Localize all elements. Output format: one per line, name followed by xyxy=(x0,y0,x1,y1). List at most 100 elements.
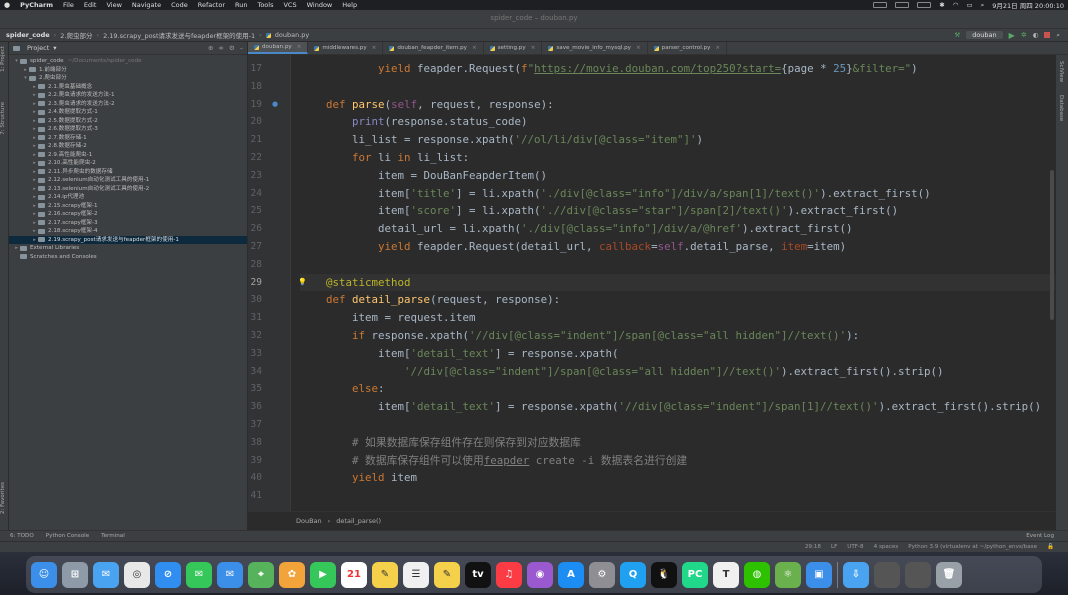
code-line[interactable]: item['detail_text'] = response.xpath( xyxy=(300,345,619,363)
search-icon[interactable]: ⌕ xyxy=(981,1,985,10)
tree-item[interactable]: ▸ 2.5.数据提取方式-2 xyxy=(9,117,247,126)
override-marker-icon[interactable]: ● xyxy=(272,100,278,108)
dock-wechat-icon[interactable]: ◍ xyxy=(744,561,770,588)
tree-item[interactable]: ▸ 2.13.selenium自动化测试工具的使用-2 xyxy=(9,185,247,194)
tool-window-database[interactable]: Database xyxy=(1058,95,1064,121)
dock-notes-icon[interactable]: ✎ xyxy=(434,561,460,588)
tree-item[interactable]: ▾ 2.爬虫部分 xyxy=(9,74,247,83)
chevron-down-icon[interactable]: ▾ xyxy=(53,44,56,52)
dock-calendar-icon[interactable]: 21 xyxy=(341,561,367,588)
minimize-icon[interactable]: – xyxy=(240,44,243,52)
menu-view[interactable]: View xyxy=(106,1,121,9)
code-line[interactable]: def detail_parse(request, response): xyxy=(300,291,560,309)
tree-item[interactable]: ▸ External Libraries xyxy=(9,244,247,253)
run-configuration-select[interactable]: douban xyxy=(966,31,1003,39)
code-editor[interactable]: 17 18 19 20 21 22 23 24 25 26 27 28 29 30 31 32 33 34 35 36… xyxy=(248,55,1055,511)
dock-app-store-icon[interactable]: A xyxy=(558,561,584,588)
terminal-button[interactable]: Terminal xyxy=(101,533,125,539)
clock[interactable]: 9月21日 周四 20:00:10 xyxy=(992,0,1064,10)
code-area[interactable]: yield feapder.Request(f"https://movie.do… xyxy=(300,55,1055,511)
code-line[interactable]: def parse(self, request, response): xyxy=(300,96,554,114)
tree-item[interactable]: ▸ 2.11.异步爬虫的数据存储 xyxy=(9,168,247,177)
chevron-right-icon[interactable]: ▸ xyxy=(31,159,38,168)
chevron-right-icon[interactable]: ▸ xyxy=(31,185,38,194)
window-preview-icon[interactable] xyxy=(905,561,931,588)
tool-window-project[interactable]: 1: Project xyxy=(0,46,6,72)
code-line[interactable]: if response.xpath('//div[@class="indent"… xyxy=(300,327,859,345)
chevron-right-icon[interactable]: ▸ xyxy=(31,125,38,134)
menu-vcs[interactable]: VCS xyxy=(283,1,296,9)
close-icon[interactable]: × xyxy=(297,44,302,50)
editor-tab[interactable]: douban_feapder_item.py × xyxy=(383,42,484,54)
run-icon[interactable]: ▶ xyxy=(1009,31,1015,40)
tree-item[interactable]: ▸ 2.7.数据存储-1 xyxy=(9,134,247,143)
dock-podcasts-icon[interactable]: ◉ xyxy=(527,561,553,588)
code-line[interactable]: '//div[@class="indent"]/span[@class="all… xyxy=(300,363,944,381)
tool-window-structure[interactable]: 7: Structure xyxy=(0,102,6,135)
python-interpreter[interactable]: Python 3.9 (virtualenv at ~/python_envs/… xyxy=(908,544,1037,550)
menu-tools[interactable]: Tools xyxy=(257,1,273,9)
dock-mail-icon[interactable]: ✉ xyxy=(217,561,243,588)
tree-item[interactable]: ▸ 2.6.数据提取方式-3 xyxy=(9,125,247,134)
code-line[interactable]: yield feapder.Request(f"https://movie.do… xyxy=(300,60,918,78)
app-menu[interactable]: PyCharm xyxy=(20,1,53,9)
close-icon[interactable]: × xyxy=(636,45,641,51)
todo-tool-button[interactable]: 6: TODO xyxy=(10,533,34,539)
tree-item[interactable]: ▸ 2.15.scrapy框架-1 xyxy=(9,202,247,211)
debug-icon[interactable]: ✲ xyxy=(1021,31,1027,39)
line-separator[interactable]: LF xyxy=(831,544,837,550)
apple-menu-icon[interactable]: ● xyxy=(4,1,10,9)
menu-help[interactable]: Help xyxy=(342,1,357,9)
dock-atom-icon[interactable]: ⚛ xyxy=(775,561,801,588)
tree-item[interactable]: ▸ 2.17.scrapy框架-3 xyxy=(9,219,247,228)
tree-item[interactable]: Scratches and Consoles xyxy=(9,253,247,262)
dock-messages-icon[interactable]: ✉ xyxy=(186,561,212,588)
chevron-right-icon[interactable]: ▸ xyxy=(22,66,29,75)
file-encoding[interactable]: UTF-8 xyxy=(847,544,863,550)
dock-maps-icon[interactable]: ⌖ xyxy=(248,561,274,588)
dock-qq-browser-icon[interactable]: Q xyxy=(620,561,646,588)
close-icon[interactable]: × xyxy=(715,45,720,51)
chevron-right-icon[interactable]: ▸ xyxy=(31,100,38,109)
python-console-button[interactable]: Python Console xyxy=(46,533,89,539)
tree-item[interactable]: ▸ 2.3.爬虫请求的发送方法-2 xyxy=(9,100,247,109)
tree-item[interactable]: ▸ 2.2.爬虫请求的发送方法-1 xyxy=(9,91,247,100)
dock-pycharm-icon[interactable]: PC xyxy=(682,561,708,588)
tree-item[interactable]: ▸ 2.16.scrapy框架-2 xyxy=(9,210,247,219)
dock-reminders-icon[interactable]: ☰ xyxy=(403,561,429,588)
editor-scrollbar[interactable] xyxy=(1050,170,1054,320)
code-line[interactable]: # 如果数据库保存组件存在则保存到对应数据库 xyxy=(300,434,581,452)
tree-item[interactable]: ▸ 2.1.爬虫基础概念 xyxy=(9,83,247,92)
coverage-icon[interactable]: ◐ xyxy=(1033,31,1039,39)
close-icon[interactable]: × xyxy=(472,45,477,51)
code-line[interactable]: item['title'] = li.xpath('./div[@class="… xyxy=(300,185,931,203)
indent-setting[interactable]: 4 spaces xyxy=(874,544,899,550)
chevron-right-icon[interactable]: ▸ xyxy=(31,108,38,117)
chevron-right-icon[interactable]: ▸ xyxy=(31,202,38,211)
code-line[interactable]: item = DouBanFeapderItem() xyxy=(300,167,547,185)
chevron-right-icon[interactable]: ▸ xyxy=(31,117,38,126)
menu-run[interactable]: Run xyxy=(235,1,247,9)
breadcrumb-class[interactable]: DouBan xyxy=(296,517,322,525)
chevron-right-icon[interactable]: ▸ xyxy=(31,176,38,185)
chevron-right-icon[interactable]: ▸ xyxy=(31,91,38,100)
tree-item[interactable]: ▸ 1.前端部分 xyxy=(9,66,247,75)
code-line[interactable]: yield feapder.Request(detail_url, callba… xyxy=(300,238,846,256)
tree-item[interactable]: ▸ 2.9.高性能爬虫-1 xyxy=(9,151,247,160)
tree-item[interactable]: ▸ 2.19.scrapy_post请求发送与feapder框架的使用-1 xyxy=(9,235,247,244)
hammer-icon[interactable]: ⚒ xyxy=(954,31,960,39)
dock-messages-icon[interactable]: ✉ xyxy=(93,561,119,588)
chevron-right-icon[interactable]: ▸ xyxy=(13,244,20,253)
dock-preview-icon[interactable]: ▣ xyxy=(806,561,832,588)
tree-item[interactable]: ▸ 2.12.selenium自动化测试工具的使用-1 xyxy=(9,176,247,185)
nav-crumb-project[interactable]: spider_code xyxy=(6,31,50,39)
tree-item[interactable]: ▸ 2.10.高性能爬虫-2 xyxy=(9,159,247,168)
chevron-right-icon[interactable]: ▸ xyxy=(31,151,38,160)
chevron-right-icon[interactable]: ▸ xyxy=(31,227,38,236)
code-line[interactable]: li_list = response.xpath('//ol/li/div[@c… xyxy=(300,131,703,149)
editor-tab[interactable]: middlewares.py × xyxy=(308,42,384,54)
tree-item[interactable]: ▸ 2.8.数据存储-2 xyxy=(9,142,247,151)
chevron-right-icon[interactable]: ▸ xyxy=(31,134,38,143)
dock-tv-icon[interactable]: tv xyxy=(465,561,491,588)
dock-facetime-icon[interactable]: ▶ xyxy=(310,561,336,588)
